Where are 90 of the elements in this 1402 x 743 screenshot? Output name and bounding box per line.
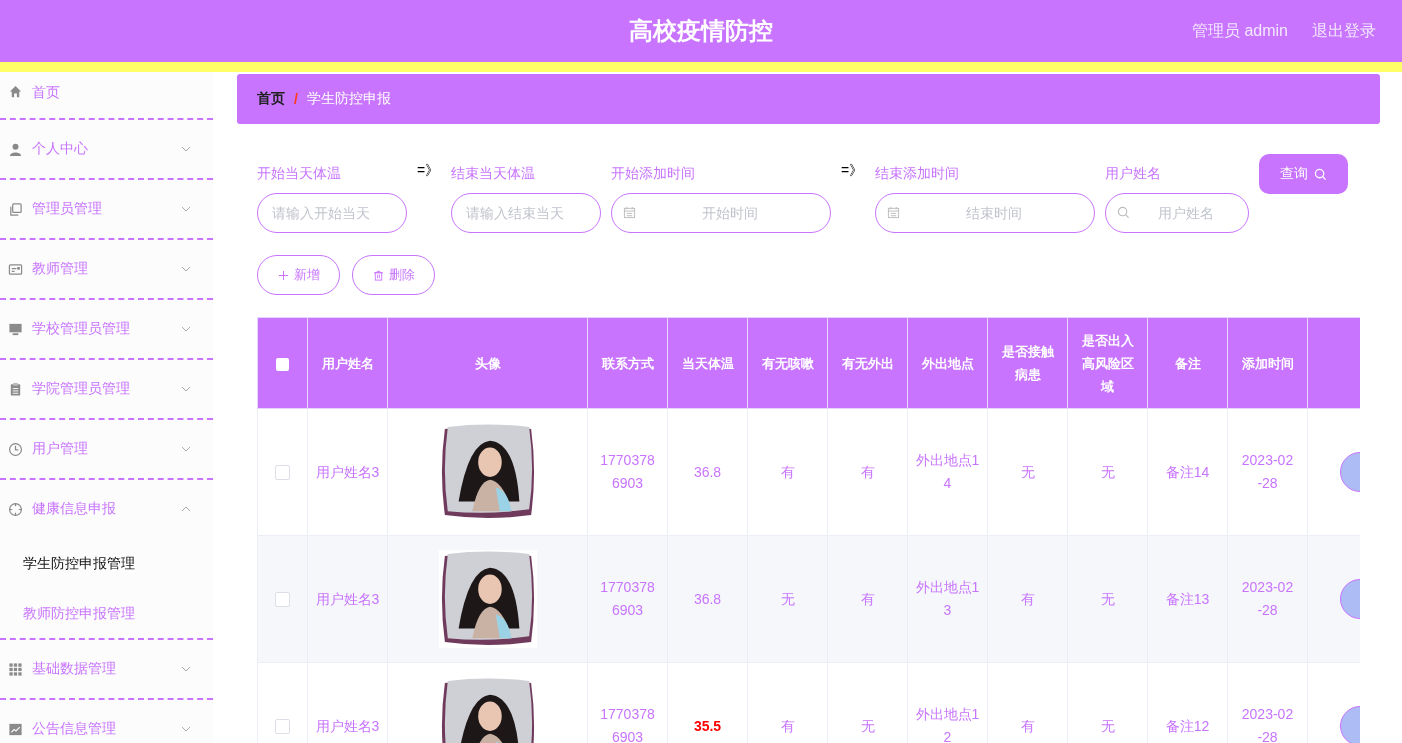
column-header: 有无咳嗽 [747,317,828,409]
filter-label: 开始当天体温 [257,164,342,182]
table-cell: 36.8 [667,535,748,663]
filter-field[interactable]: 请输入开始当天 [257,193,407,233]
table-cell: 有 [747,408,828,536]
logout-link[interactable]: 退出登录 [1312,20,1376,42]
chevron-icon [181,446,191,452]
table-cell: 外出地点14 [907,408,988,536]
table-cell: 有 [827,408,908,536]
chevron-icon [181,266,191,272]
table-cell: 备注13 [1147,535,1228,663]
table-cell: 17703786903 [587,535,668,663]
table-cell: 36.8 [667,408,748,536]
filter-field[interactable]: 请输入结束当天 [451,193,601,233]
column-header: 联系方式 [587,317,668,409]
chevron-icon [181,386,191,392]
column-header: 添加时间 [1227,317,1308,409]
table-cell: 2023-02-28 [1227,408,1308,536]
table-cell: 无 [747,535,828,663]
table-cell: 17703786903 [587,408,668,536]
add-button[interactable]: 新增 [257,255,340,295]
filter-label: 结束添加时间 [875,164,960,182]
column-header: 备注 [1147,317,1228,409]
table-cell: 无 [1067,408,1148,536]
row-checkbox[interactable] [275,592,290,608]
user-icon [8,141,23,157]
home-icon [8,84,23,99]
monitor-icon [8,321,23,337]
row-checkbox[interactable] [275,465,290,481]
range-separator: =》 [417,162,440,178]
breadcrumb-item[interactable]: 首页 [257,90,285,108]
clock-icon [8,441,23,457]
chevron-icon [181,326,191,332]
sidebar-item[interactable]: 健康信息申报 [0,480,213,538]
sidebar-item[interactable]: 学院管理员管理 [0,360,213,418]
sidebar-item[interactable]: 学校管理员管理 [0,300,213,358]
id-card-icon [8,261,23,277]
admin-label: 管理员 admin [1191,20,1288,41]
submenu-item[interactable]: 教师防控申报管理 [0,588,213,638]
column-header: 是否出入高风险区域 [1067,317,1148,409]
app-title: 高校疫情防控 [629,16,773,46]
select-all-checkbox[interactable] [276,357,289,371]
table-cell: 外出地点13 [907,535,988,663]
query-button[interactable]: 查询 [1259,154,1348,194]
trash-icon [372,269,384,281]
sidebar-item[interactable]: 公告信息管理 [0,700,213,743]
delete-button[interactable]: 删除 [352,255,435,295]
filter-label: 开始添加时间 [611,164,696,182]
table-cell: 有 [827,535,908,663]
filter-field[interactable]: 开始时间 [611,193,831,233]
chevron-icon [181,146,191,152]
chevron-icon [181,726,191,732]
table-cell: 用户姓名3 [307,535,388,663]
filter-label: 用户姓名 [1105,164,1162,182]
submenu-item[interactable]: 学生防控申报管理 [0,538,213,588]
column-header: 外出地点 [907,317,988,409]
grid-icon [8,661,23,677]
filter-field[interactable]: 用户姓名 [1105,193,1249,233]
sidebar-item[interactable]: 个人中心 [0,120,213,178]
sidebar-item[interactable]: 管理员管理 [0,180,213,238]
table-cell: 无 [987,408,1068,536]
chevron-icon [181,506,191,512]
copy-icon [8,201,23,217]
sidebar-item[interactable]: 基础数据管理 [0,640,213,698]
column-header: 当天体温 [667,317,748,409]
column-header: 是否接触病患 [987,317,1068,409]
row-checkbox[interactable] [275,719,290,735]
table-cell: 2023-02-28 [1227,535,1308,663]
column-header: 用户姓名 [307,317,388,409]
table-cell: 无 [1067,535,1148,663]
breadcrumb-separator: / [294,91,298,107]
chart-icon [8,721,23,737]
table-cell: 备注14 [1147,408,1228,536]
sidebar-item[interactable]: 首页 [0,72,213,118]
crosshair-icon [8,501,23,517]
filter-field[interactable]: 结束时间 [875,193,1095,233]
sidebar-item[interactable]: 教师管理 [0,240,213,298]
column-header: 头像 [387,317,588,409]
column-header: 有无外出 [827,317,908,409]
search-icon [1314,167,1327,181]
table-cell: 用户姓名3 [307,408,388,536]
chevron-icon [181,206,191,212]
filter-label: 结束当天体温 [451,164,536,182]
clipboard-icon [8,381,23,397]
chevron-icon [181,666,191,672]
sidebar-item[interactable]: 用户管理 [0,420,213,478]
range-separator: =》 [841,162,864,178]
plus-icon [277,269,289,281]
table-cell: 有 [987,535,1068,663]
breadcrumb-item: 学生防控申报 [306,90,391,108]
